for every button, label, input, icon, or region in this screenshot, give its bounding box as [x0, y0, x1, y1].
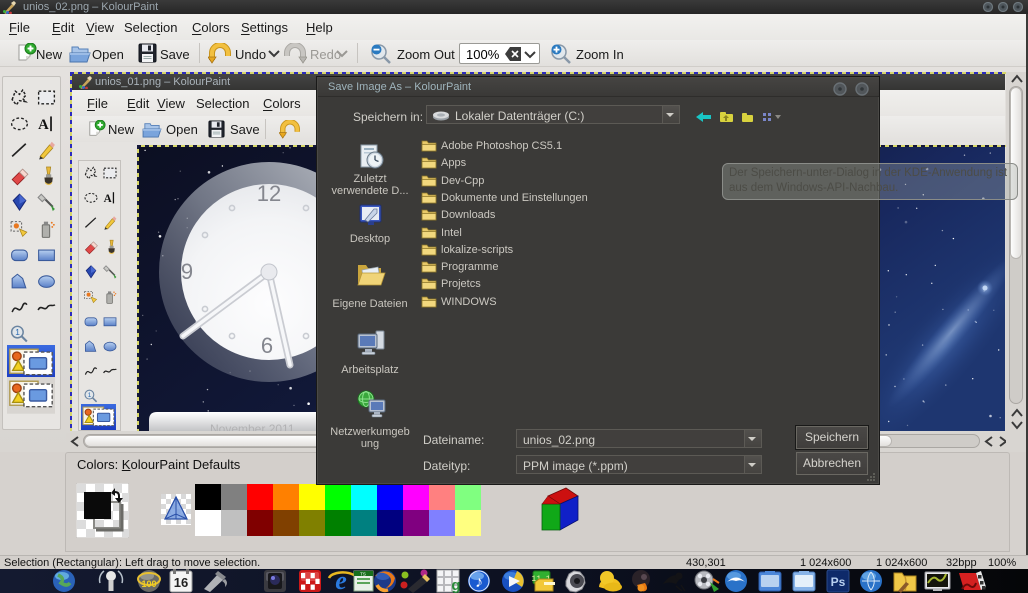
svg-text:November 2011: November 2011: [210, 422, 295, 431]
svg-text:TS: TS: [360, 572, 366, 577]
svg-text:g: g: [451, 577, 460, 593]
svg-text:12: 12: [257, 181, 281, 206]
svg-text:9: 9: [181, 259, 193, 284]
svg-text:♪: ♪: [475, 574, 483, 591]
svg-text:16: 16: [174, 575, 188, 590]
svg-text:1: 1: [15, 327, 20, 337]
svg-text:A: A: [38, 117, 49, 133]
svg-text:1: 1: [88, 392, 92, 399]
svg-text:100: 100: [141, 579, 156, 589]
svg-text:6: 6: [261, 333, 273, 358]
svg-text:A: A: [104, 193, 112, 205]
svg-text:Ps: Ps: [831, 575, 846, 589]
